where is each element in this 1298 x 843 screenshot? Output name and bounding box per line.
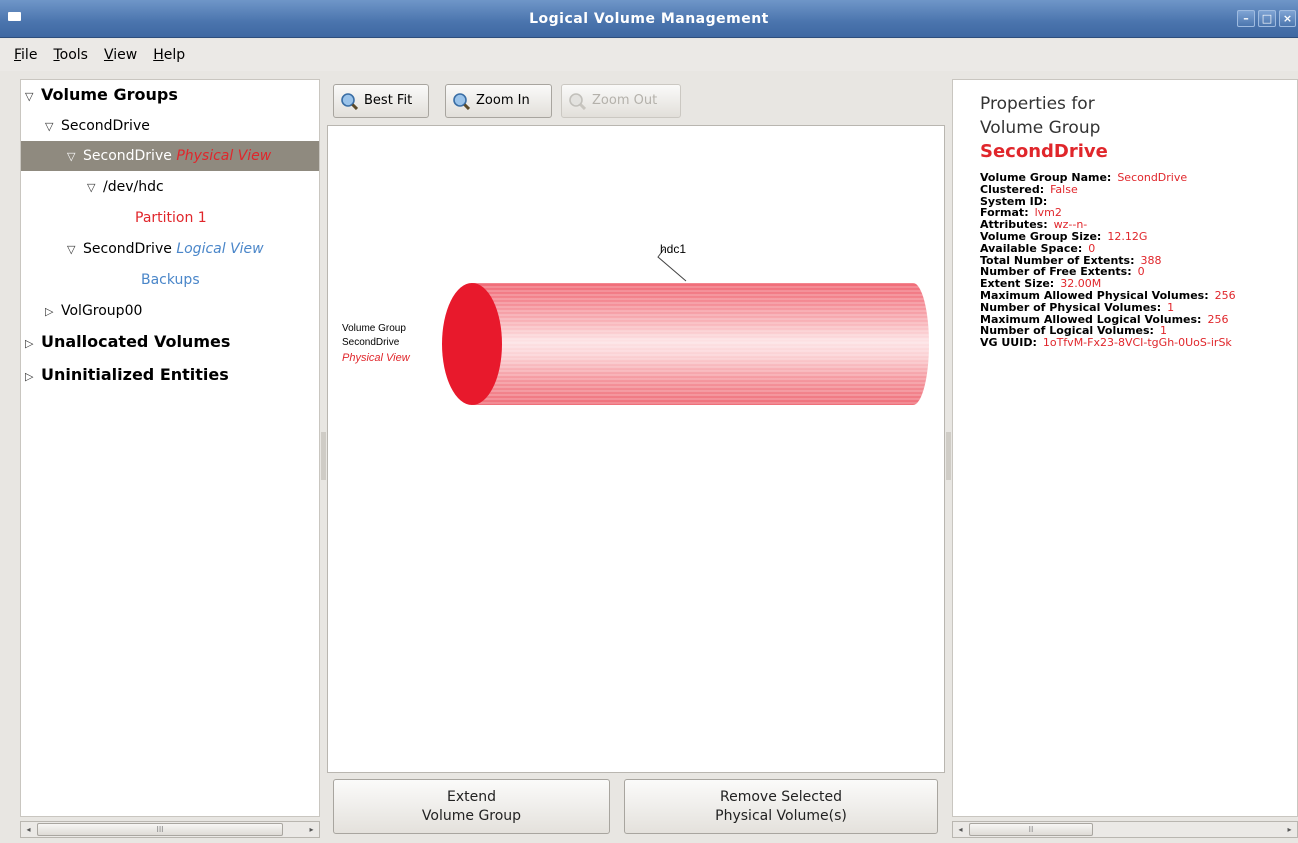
pv-callout: hdc1 (657, 242, 686, 282)
tree-dev-hdc[interactable]: ▽/dev/hdc (21, 172, 319, 202)
tree-vg-seconddrive[interactable]: ▽ SecondDrive (21, 111, 319, 141)
scrollbar-thumb[interactable]: II (969, 823, 1093, 836)
property-row: VG UUID: 1oTfvM-Fx23-8VCI-tgGh-0UoS-irSk (980, 337, 1232, 349)
tree-label: Uninitialized Entities (41, 365, 229, 384)
menu-bar: File Tools View Help (0, 39, 1298, 71)
tree-label: Backups (141, 272, 200, 288)
tree-partition-1[interactable]: Partition 1 (21, 203, 319, 233)
physical-view-tag: Physical View (176, 148, 272, 164)
property-value: 256 (1207, 312, 1229, 326)
window-title: Logical Volume Management (529, 11, 769, 27)
property-value: 12.12G (1107, 230, 1148, 243)
cylinder-cap (442, 283, 502, 405)
zoom-in-icon (453, 93, 470, 110)
remove-physical-volume-button[interactable]: Remove Selected Physical Volume(s) (624, 779, 938, 834)
tree-volgroup00[interactable]: ▷ VolGroup00 (21, 296, 319, 326)
expander-open-icon[interactable]: ▽ (87, 173, 103, 203)
best-fit-label: Best Fit (364, 93, 413, 108)
zoom-out-button[interactable]: Zoom Out (561, 84, 681, 118)
tree-label: SecondDrive (83, 148, 172, 164)
extend-volume-group-button[interactable]: Extend Volume Group (333, 779, 610, 834)
volume-tree: ▽ Volume Groups ▽ SecondDrive ▽ SecondDrive… (20, 79, 320, 817)
menu-tools[interactable]: Tools (45, 39, 96, 71)
tree-horizontal-scrollbar[interactable]: ◂ III ▸ (20, 821, 320, 838)
tree-backups[interactable]: Backups (21, 265, 319, 295)
extend-label-line1: Extend (447, 789, 496, 805)
best-fit-button[interactable]: Best Fit (333, 84, 429, 118)
properties-heading: Properties for (980, 94, 1095, 114)
expander-closed-icon[interactable]: ▷ (25, 362, 41, 392)
volume-canvas[interactable]: Volume Group SecondDrive Physical View h… (327, 125, 945, 773)
property-value: SecondDrive (1117, 171, 1188, 184)
tree-label: SecondDrive (83, 241, 172, 257)
physical-view-diagram: Volume Group SecondDrive Physical View h… (342, 242, 929, 405)
zoom-out-icon (569, 93, 586, 110)
scrollbar-thumb[interactable]: III (37, 823, 283, 836)
volume-group-label: Volume Group SecondDrive Physical View (342, 323, 411, 364)
menu-label: elp (163, 47, 186, 63)
property-value: 1oTfvM-Fx23-8VCI-tgGh-0UoS-irSk (1042, 336, 1232, 350)
property-value: False (1050, 182, 1078, 196)
expander-open-icon[interactable]: ▽ (25, 82, 41, 112)
left-pane-splitter[interactable] (321, 432, 326, 480)
menu-mnemonic: H (153, 47, 164, 63)
tree-unallocated[interactable]: ▷ Unallocated Volumes (21, 327, 319, 357)
logical-view-tag: Logical View (176, 241, 264, 257)
remove-label-line2: Physical Volume(s) (715, 808, 847, 824)
scroll-right-icon[interactable]: ▸ (1282, 822, 1297, 837)
menu-label: ools (59, 47, 88, 63)
maximize-button[interactable]: □ (1258, 10, 1276, 27)
expander-open-icon[interactable]: ▽ (67, 235, 83, 265)
tree-logical-view[interactable]: ▽ SecondDrive Logical View (21, 234, 319, 264)
properties-panel: Properties for Volume Group SecondDrive … (952, 79, 1298, 817)
cylinder-stripes (473, 283, 929, 405)
scroll-left-icon[interactable]: ◂ (953, 822, 968, 837)
expander-open-icon[interactable]: ▽ (67, 142, 83, 172)
physical-volume-cylinder[interactable] (442, 283, 929, 405)
zoom-in-label: Zoom In (476, 93, 530, 108)
tree-label: Volume Groups (41, 85, 178, 104)
menu-mnemonic: V (103, 47, 114, 63)
magnifier-icon (341, 93, 358, 110)
tree-label: VolGroup00 (61, 303, 143, 319)
menu-mnemonic: F (14, 47, 22, 63)
menu-view[interactable]: View (96, 39, 145, 71)
zoom-in-button[interactable]: Zoom In (445, 84, 552, 118)
tree-uninitialized[interactable]: ▷ Uninitialized Entities (21, 360, 319, 390)
tree-label: SecondDrive (61, 118, 150, 134)
vg-label-line3: Physical View (342, 352, 411, 364)
property-value: 256 (1214, 289, 1236, 302)
tree-physical-view[interactable]: ▽ SecondDrive Physical View (21, 141, 319, 171)
tree-volume-groups[interactable]: ▽ Volume Groups (21, 80, 319, 110)
zoom-out-label: Zoom Out (592, 93, 658, 108)
extend-label-line2: Volume Group (421, 808, 522, 824)
minimize-button[interactable]: – (1237, 10, 1255, 27)
scroll-right-icon[interactable]: ▸ (304, 822, 319, 837)
close-button[interactable]: × (1279, 10, 1296, 27)
menu-label: iew (113, 47, 138, 63)
scroll-left-icon[interactable]: ◂ (21, 822, 36, 837)
pv-label: hdc1 (660, 242, 686, 256)
properties-vg-name: SecondDrive (980, 141, 1108, 162)
right-pane-splitter[interactable] (946, 432, 951, 480)
properties-horizontal-scrollbar[interactable]: ◂ II ▸ (952, 821, 1298, 838)
menu-help[interactable]: Help (145, 39, 193, 71)
tree-label: Unallocated Volumes (41, 332, 231, 351)
vg-label-line1: Volume Group (342, 323, 406, 334)
properties-subheading: Volume Group (980, 118, 1101, 138)
expander-closed-icon[interactable]: ▷ (25, 329, 41, 359)
tree-label: /dev/hdc (103, 179, 164, 195)
expander-open-icon[interactable]: ▽ (45, 112, 61, 142)
menu-file[interactable]: File (0, 39, 45, 71)
expander-closed-icon[interactable]: ▷ (45, 297, 61, 327)
title-bar: Logical Volume Management – □ × (0, 0, 1298, 38)
tree-label: Partition 1 (135, 210, 207, 226)
menu-label: ile (21, 47, 38, 63)
remove-label-line1: Remove Selected (720, 789, 842, 805)
property-value: 0 (1137, 265, 1145, 279)
vg-label-line2: SecondDrive (342, 337, 400, 348)
property-key: VG UUID: (980, 336, 1037, 350)
